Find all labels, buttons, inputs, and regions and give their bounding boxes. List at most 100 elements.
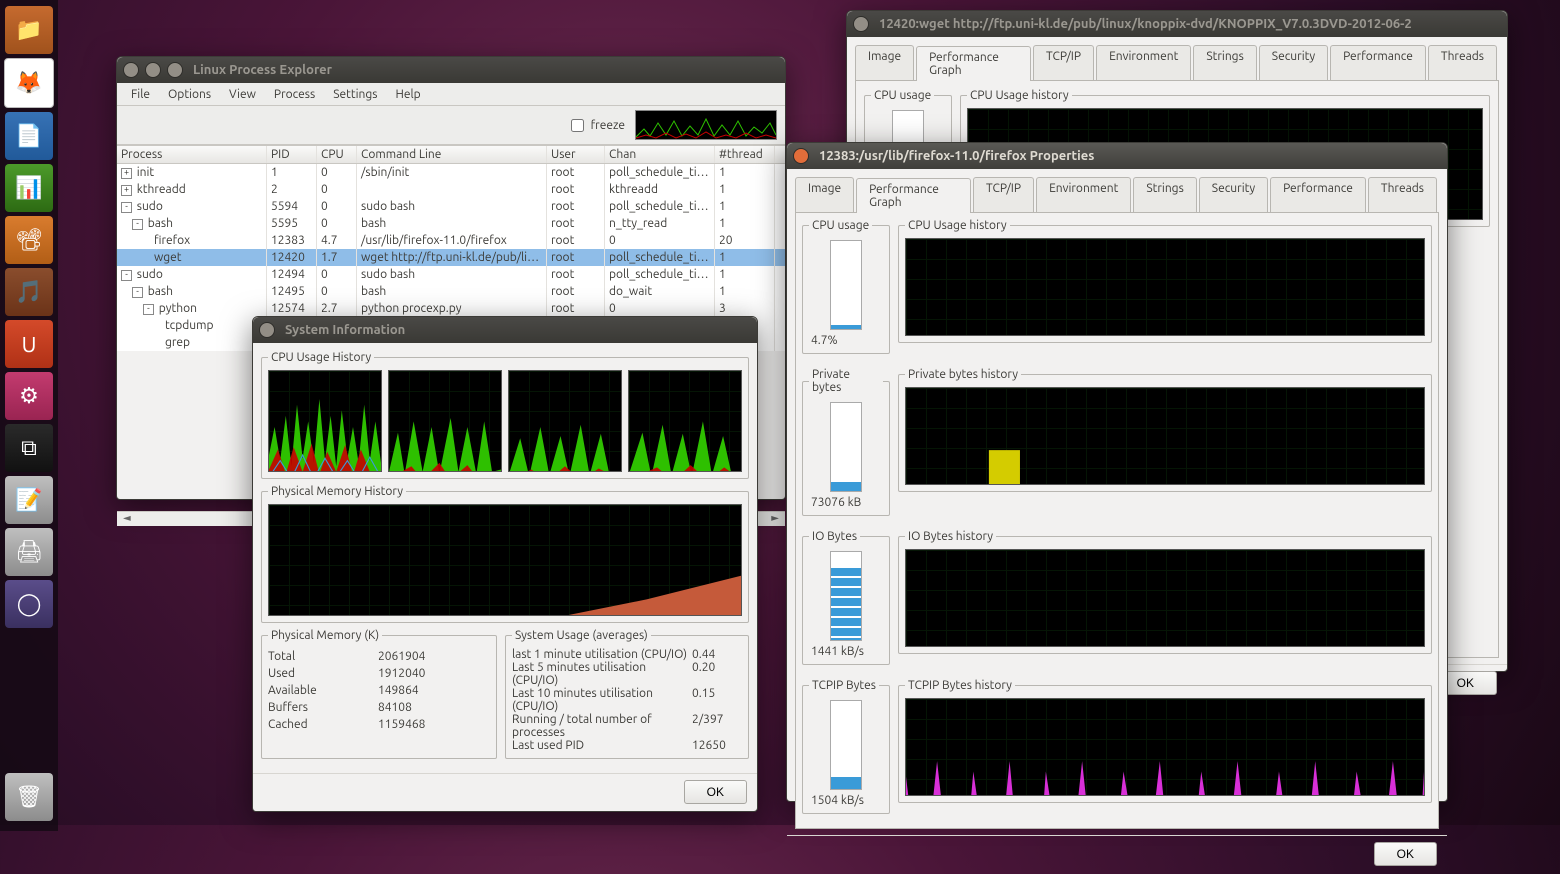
ubuntu-one-icon[interactable]: U [5, 320, 53, 368]
tree-toggle-icon[interactable]: - [132, 287, 143, 298]
tree-toggle-icon[interactable]: - [132, 219, 143, 230]
close-icon[interactable] [259, 322, 275, 338]
tab-security[interactable]: Security [1259, 45, 1328, 80]
tab-image[interactable]: Image [795, 177, 854, 212]
table-row[interactable]: wget124201.7wget http://ftp.uni-kl.de/pu… [117, 249, 785, 266]
tab-performance-graph[interactable]: Performance Graph [916, 46, 1031, 81]
priv-gauge [830, 402, 862, 492]
firefox-titlebar[interactable]: 12383:/usr/lib/firefox-11.0/firefox Prop… [787, 143, 1447, 169]
cpu-history-legend: CPU Usage history [967, 89, 1072, 102]
col-cmd[interactable]: Command Line [357, 146, 547, 163]
tcp-gauge [830, 700, 862, 790]
tab-threads[interactable]: Threads [1368, 177, 1437, 212]
scroll-left-icon[interactable]: ◄ [119, 512, 135, 526]
close-icon[interactable] [853, 16, 869, 32]
io-value: 1441 kB/s [809, 645, 883, 658]
main-titlebar[interactable]: Linux Process Explorer [117, 57, 785, 83]
close-icon[interactable] [793, 148, 809, 164]
col-process[interactable]: Process [117, 146, 267, 163]
files-icon[interactable]: 📁 [5, 6, 53, 54]
menu-settings[interactable]: Settings [325, 86, 385, 103]
io-history-legend: IO Bytes history [905, 530, 996, 543]
table-row[interactable]: + init10/sbin/initrootpoll_schedule_time… [117, 164, 785, 181]
tab-environment[interactable]: Environment [1036, 177, 1131, 212]
io-gauge [830, 551, 862, 641]
table-header: Process PID CPU Command Line User Chan #… [117, 146, 785, 164]
music-icon[interactable]: 🎵 [5, 268, 53, 316]
menu-view[interactable]: View [221, 86, 264, 103]
eclipse-icon[interactable]: ◯ [5, 580, 53, 628]
col-chan[interactable]: Chan [605, 146, 715, 163]
col-pid[interactable]: PID [267, 146, 317, 163]
writer-icon[interactable]: 📄 [5, 112, 53, 160]
close-icon[interactable] [123, 62, 139, 78]
table-row[interactable]: + kthreadd20rootkthreadd1 [117, 181, 785, 198]
printer-icon[interactable]: 🖨 [5, 528, 53, 576]
mem-key: Total [268, 648, 378, 665]
wget-titlebar[interactable]: 12420:wget http://ftp.uni-kl.de/pub/linu… [847, 11, 1507, 37]
mem-key: Buffers [268, 699, 378, 716]
table-row[interactable]: - python125742.7python procexp.pyroot03 [117, 300, 785, 317]
minimize-icon[interactable] [145, 62, 161, 78]
tree-toggle-icon[interactable]: + [121, 168, 132, 179]
freeze-checkbox[interactable]: freeze [567, 116, 625, 135]
menu-file[interactable]: File [123, 86, 158, 103]
tree-toggle-icon[interactable]: - [121, 270, 132, 281]
cpu-gauge [830, 240, 862, 330]
col-cpu[interactable]: CPU [317, 146, 357, 163]
tab-performance-graph[interactable]: Performance Graph [856, 178, 971, 213]
settings-icon[interactable]: ⚙ [5, 372, 53, 420]
window-title: System Information [285, 323, 405, 337]
table-row[interactable]: firefox123834.7/usr/lib/firefox-11.0/fir… [117, 232, 785, 249]
tab-image[interactable]: Image [855, 45, 914, 80]
tab-strings[interactable]: Strings [1193, 45, 1256, 80]
io-history-graph [905, 549, 1425, 647]
mem-val: 149864 [378, 682, 458, 699]
ok-button[interactable]: OK [684, 780, 747, 804]
priv-value: 73076 kB [809, 496, 883, 509]
xterm-icon[interactable]: ⧉ [5, 424, 53, 472]
impress-icon[interactable]: 📽 [5, 216, 53, 264]
menu-help[interactable]: Help [387, 86, 428, 103]
tab-performance[interactable]: Performance [1330, 45, 1426, 80]
cpu-legend: CPU usage [871, 89, 934, 102]
tree-toggle-icon[interactable]: - [121, 202, 132, 213]
toolbar: freeze [117, 106, 785, 145]
firefox-icon[interactable]: 🦊 [4, 58, 54, 108]
tab-security[interactable]: Security [1199, 177, 1268, 212]
mem-key: Available [268, 682, 378, 699]
tree-toggle-icon[interactable]: - [143, 304, 154, 315]
col-thread[interactable]: #thread [715, 146, 775, 163]
table-row[interactable]: - bash124950bashrootdo_wait1 [117, 283, 785, 300]
mem-key: Used [268, 665, 378, 682]
tab-tcpip[interactable]: TCP/IP [1033, 45, 1094, 80]
table-row[interactable]: - sudo55940sudo bashrootpoll_schedule_ti… [117, 198, 785, 215]
usage-key: Running / total number of processes [512, 713, 692, 739]
notes-icon[interactable]: 📝 [5, 476, 53, 524]
tab-tcpip[interactable]: TCP/IP [973, 177, 1034, 212]
tcp-history-graph [905, 698, 1425, 796]
maximize-icon[interactable] [167, 62, 183, 78]
tab-performance[interactable]: Performance [1270, 177, 1366, 212]
tab-strings[interactable]: Strings [1133, 177, 1196, 212]
col-user[interactable]: User [547, 146, 605, 163]
trash-icon[interactable]: 🗑 [5, 773, 53, 821]
tab-threads[interactable]: Threads [1428, 45, 1497, 80]
priv-legend: Private bytes [809, 368, 883, 394]
ok-button[interactable]: OK [1374, 842, 1437, 866]
scroll-right-icon[interactable]: ► [767, 512, 783, 526]
mem-key: Cached [268, 716, 378, 733]
mem-val: 1159468 [378, 716, 458, 733]
menu-process[interactable]: Process [266, 86, 323, 103]
usage-key: Last 10 minutes utilisation (CPU/IO) [512, 687, 692, 713]
table-row[interactable]: - sudo124940sudo bashrootpoll_schedule_t… [117, 266, 785, 283]
tree-toggle-icon[interactable]: + [121, 185, 132, 196]
sysinfo-titlebar[interactable]: System Information [253, 317, 757, 343]
calc-icon[interactable]: 📊 [5, 164, 53, 212]
mem-history-graph [268, 504, 742, 616]
menu-options[interactable]: Options [160, 86, 219, 103]
tab-environment[interactable]: Environment [1096, 45, 1191, 80]
table-row[interactable]: - bash55950bashrootn_tty_read1 [117, 215, 785, 232]
sys-usage-legend: System Usage (averages) [512, 629, 651, 642]
usage-val: 0.20 [692, 661, 742, 687]
